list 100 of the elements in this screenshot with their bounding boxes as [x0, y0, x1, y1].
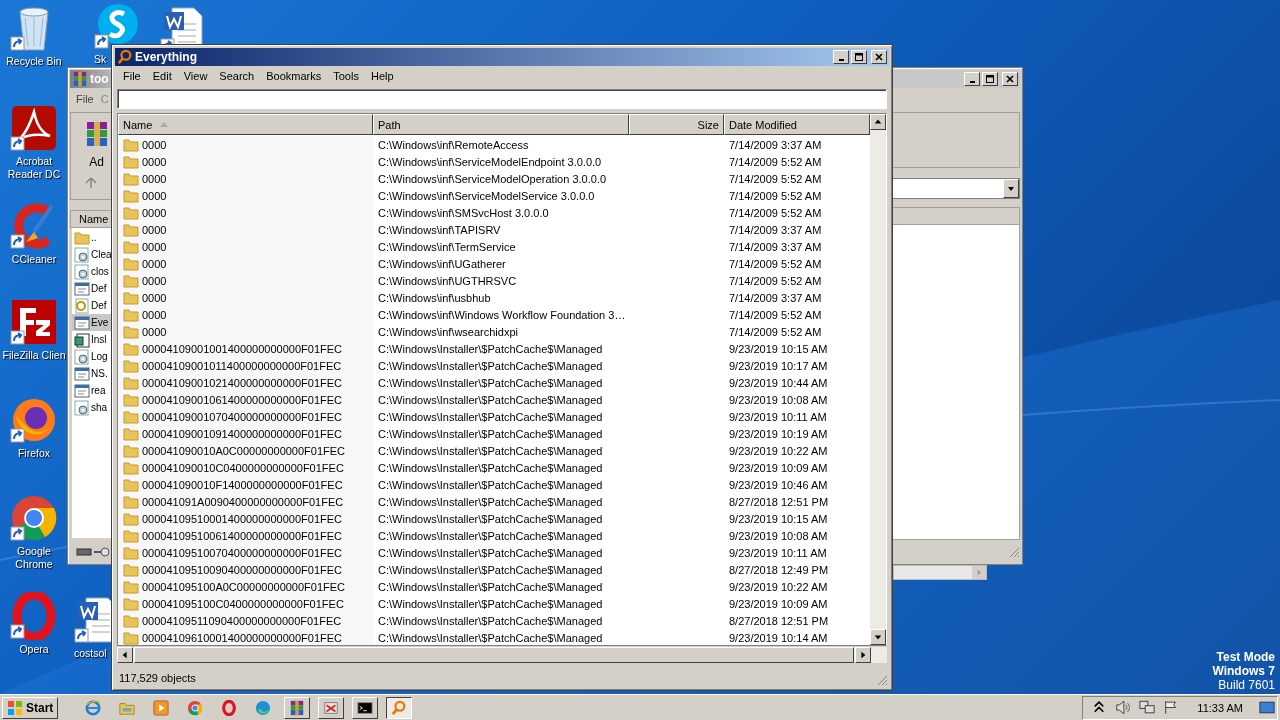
folder-icon [123, 136, 139, 153]
icon-label[interactable]: Google Chrome [2, 545, 66, 571]
table-cell: 7/14/2009 5:52 AM [729, 172, 822, 185]
menu-item[interactable]: Help [364, 69, 400, 82]
table-cell: C:\Windows\Installer\$PatchCache$\Managed [378, 427, 603, 440]
table-cell: 00004109001070400000000000F01FEC [142, 410, 342, 423]
icon-label[interactable]: CCleaner [11, 253, 57, 266]
table-cell: 9/23/2019 10:15 AM [729, 512, 828, 525]
file-name[interactable]: Insl [91, 334, 107, 345]
scroll-right-icon[interactable] [859, 651, 867, 659]
browser-icon [85, 699, 102, 716]
minimize-button[interactable] [833, 50, 849, 64]
file-name[interactable]: clos [91, 266, 109, 277]
file-name[interactable]: Clea [91, 249, 112, 260]
clock[interactable]: 11:33 AM [1197, 701, 1243, 714]
folder-icon [74, 229, 90, 246]
terminal-icon [357, 699, 374, 716]
table-cell: 9/23/2019 10:19 AM [729, 427, 828, 440]
close-button[interactable] [871, 50, 887, 64]
drive-key-icon [76, 546, 112, 558]
menu-item[interactable]: File [117, 69, 147, 82]
table-cell: C:\Windows\Installer\$PatchCache$\Managed [378, 631, 603, 644]
taskbar-button[interactable] [386, 696, 413, 719]
file-name[interactable]: Def [91, 300, 107, 311]
table-cell: 8/27/2018 12:51 PM [729, 614, 829, 627]
file-name[interactable]: .. [91, 232, 97, 243]
scroll-left-icon[interactable] [121, 651, 129, 659]
column-header[interactable]: Date Modified [724, 114, 870, 135]
scrollbar[interactable] [870, 114, 886, 645]
folder-icon [123, 476, 139, 493]
show-desktop-icon[interactable] [1259, 701, 1275, 714]
folder-icon [123, 204, 139, 221]
icon-label[interactable]: Sk [94, 53, 107, 66]
table-cell: C:\Windows\inf\UGatherer [378, 257, 506, 270]
table-cell: 0000 [142, 274, 167, 287]
file-name[interactable]: Def [91, 283, 107, 294]
table-cell: C:\Windows\inf\TermService [378, 240, 516, 253]
close-icon [1005, 74, 1015, 84]
address-field[interactable] [892, 178, 1020, 199]
table-cell: C:\Windows\Installer\$PatchCache$\Managed [378, 342, 603, 355]
table-cell: 0000 [142, 325, 167, 338]
menu-item[interactable]: Bookmarks [260, 69, 328, 82]
start-button[interactable]: Start [2, 696, 59, 719]
icon-label[interactable]: costsol [74, 647, 107, 660]
table-cell: 00004109510090400000000000F01FEC [142, 563, 342, 576]
speaker-icon[interactable] [1115, 700, 1132, 715]
file-name[interactable]: Log [91, 351, 108, 362]
icon-label[interactable]: FileZilla Clien [2, 349, 66, 362]
icon-label[interactable]: Opera [19, 643, 49, 656]
close-button[interactable] [1002, 72, 1018, 86]
file-name[interactable]: NS. [91, 368, 108, 379]
column-header[interactable]: Path [373, 114, 629, 135]
archive-icon [72, 71, 88, 87]
toolbar-label[interactable]: Ad [89, 155, 104, 169]
table-cell: 000041091A0090400000000000F01FEC [142, 495, 344, 508]
table-cell: 0000 [142, 240, 167, 253]
resize-grip-icon[interactable] [876, 674, 888, 686]
menu-item[interactable]: Tools [327, 69, 365, 82]
column-header[interactable]: Name [118, 114, 373, 135]
scroll-up-icon[interactable] [874, 118, 882, 126]
table-cell: 8/27/2018 12:51 PM [729, 495, 829, 508]
archive-icon [289, 699, 306, 716]
table-cell: 7/14/2009 5:52 AM [729, 274, 822, 287]
resize-grip-icon[interactable] [1008, 546, 1020, 558]
icon-label[interactable]: Firefox [17, 447, 51, 460]
scrollbar[interactable] [117, 647, 887, 663]
app-icon [10, 298, 58, 346]
folder-icon [123, 272, 139, 289]
menu-item[interactable]: Search [213, 69, 261, 82]
table-cell: 7/14/2009 5:52 AM [729, 308, 822, 321]
column-header[interactable]: Size [629, 114, 724, 135]
search-icon [117, 49, 133, 65]
maximize-button[interactable] [982, 72, 998, 86]
maximize-button[interactable] [851, 50, 867, 64]
scrollbar[interactable] [893, 565, 987, 580]
menu-item[interactable]: File [76, 93, 94, 105]
file-name[interactable]: sha [91, 402, 108, 413]
file-name[interactable]: rea [91, 385, 106, 396]
table-cell: 00004109001091400000000000F01FEC [142, 427, 342, 440]
search-field[interactable] [117, 89, 887, 109]
table-cell: 0000 [142, 155, 167, 168]
menu-item[interactable]: Edit [146, 69, 178, 82]
table-cell: 00004109510061400000000000F01FEC [142, 529, 342, 542]
start-logo-icon [7, 699, 23, 716]
icon-label[interactable]: Acrobat Reader DC [2, 155, 66, 181]
folder-icon [123, 493, 139, 510]
menu-item[interactable]: View [177, 69, 214, 82]
icon-label[interactable]: Recycle Bin [6, 55, 62, 68]
folder-icon [123, 357, 139, 374]
table-cell: C:\Windows\Installer\$PatchCache$\Managed [378, 359, 603, 372]
table-cell: C:\Windows\Installer\$PatchCache$\Managed [378, 546, 603, 559]
table-cell: C:\Windows\inf\ServiceModelService 3.0.0.0 [378, 189, 595, 202]
system-text: Build 7601 [1218, 678, 1275, 692]
table-cell: C:\Windows\Installer\$PatchCache$\Managed [378, 512, 603, 525]
scroll-down-icon[interactable] [874, 633, 882, 641]
table-cell: C:\Windows\Installer\$PatchCache$\Managed [378, 376, 603, 389]
table-cell: 9/23/2019 10:09 AM [729, 597, 828, 610]
network-icon[interactable] [1139, 700, 1156, 715]
table-cell: C:\Windows\Installer\$PatchCache$\Managed [378, 580, 603, 593]
minimize-button[interactable] [964, 72, 980, 86]
